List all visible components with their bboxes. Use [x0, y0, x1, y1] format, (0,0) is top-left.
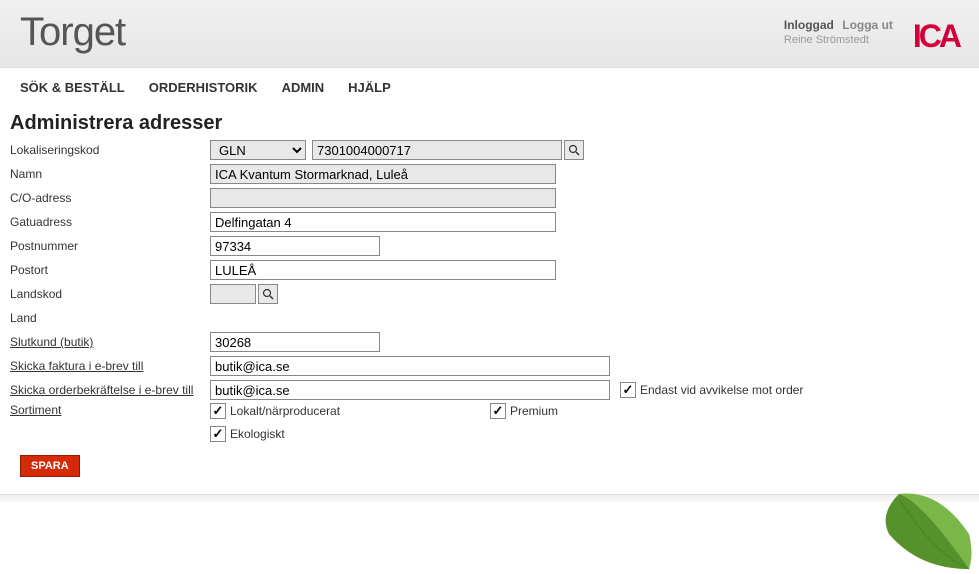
label-sortiment: Sortiment [10, 403, 210, 417]
label-land: Land [10, 311, 210, 325]
logout-link[interactable]: Logga ut [842, 18, 893, 32]
auth-block: Inloggad Logga ut Reine Strömstedt [784, 18, 893, 46]
lokalt-label: Lokalt/närproducerat [230, 404, 340, 418]
nav-orderhistorik[interactable]: ORDERHISTORIK [149, 80, 258, 95]
label-lokaliseringskod: Lokaliseringskod [10, 143, 210, 157]
lok-type-select[interactable]: GLN [210, 140, 306, 160]
lok-search-button[interactable] [564, 140, 584, 160]
page-title: Administrera adresser [10, 112, 969, 135]
coadress-input[interactable] [210, 188, 556, 208]
landskod-search-button[interactable] [258, 284, 278, 304]
nav-bar: SÖK & BESTÄLL ORDERHISTORIK ADMIN HJÄLP [0, 68, 979, 108]
slutkund-input[interactable] [210, 332, 380, 352]
label-orderbekraftelse: Skicka orderbekräftelse i e-brev till [10, 383, 210, 397]
nav-hjalp[interactable]: HJÄLP [348, 80, 391, 95]
username-label: Reine Strömstedt [784, 34, 893, 46]
footer-divider [0, 494, 979, 502]
order-email-input[interactable] [210, 380, 610, 400]
label-namn: Namn [10, 167, 210, 181]
label-slutkund: Slutkund (butik) [10, 335, 210, 349]
gatuadress-input[interactable] [210, 212, 556, 232]
label-gatuadress: Gatuadress [10, 215, 210, 229]
premium-label: Premium [510, 404, 558, 418]
landskod-input[interactable] [210, 284, 256, 304]
lokalt-checkbox[interactable]: ✓ [210, 403, 226, 419]
label-postnummer: Postnummer [10, 239, 210, 253]
label-faktura: Skicka faktura i e-brev till [10, 359, 210, 373]
spara-button[interactable]: SPARA [20, 455, 80, 477]
ica-logo: ICA [913, 18, 959, 55]
postnummer-input[interactable] [210, 236, 380, 256]
content: Administrera adresser Lokaliseringskod G… [0, 108, 979, 491]
premium-checkbox[interactable]: ✓ [490, 403, 506, 419]
brand-title: Torget [20, 10, 125, 55]
nav-sok-bestall[interactable]: SÖK & BESTÄLL [20, 80, 125, 95]
auth-status: Inloggad [784, 18, 834, 32]
search-icon [568, 144, 580, 156]
postort-input[interactable] [210, 260, 556, 280]
header: Torget Inloggad Logga ut Reine Strömsted… [0, 0, 979, 68]
namn-input[interactable] [210, 164, 556, 184]
label-coadress: C/O-adress [10, 191, 210, 205]
ekologiskt-checkbox[interactable]: ✓ [210, 426, 226, 442]
label-landskod: Landskod [10, 287, 210, 301]
leaf-decoration [859, 484, 979, 574]
header-right: Inloggad Logga ut Reine Strömstedt ICA [784, 10, 959, 55]
faktura-email-input[interactable] [210, 356, 610, 376]
endast-avvikelse-checkbox[interactable]: ✓ [620, 382, 636, 398]
lok-code-input[interactable] [312, 140, 562, 160]
search-icon [262, 288, 274, 300]
label-postort: Postort [10, 263, 210, 277]
endast-avvikelse-label: Endast vid avvikelse mot order [640, 383, 803, 397]
nav-admin[interactable]: ADMIN [282, 80, 325, 95]
ekologiskt-label: Ekologiskt [230, 427, 285, 441]
